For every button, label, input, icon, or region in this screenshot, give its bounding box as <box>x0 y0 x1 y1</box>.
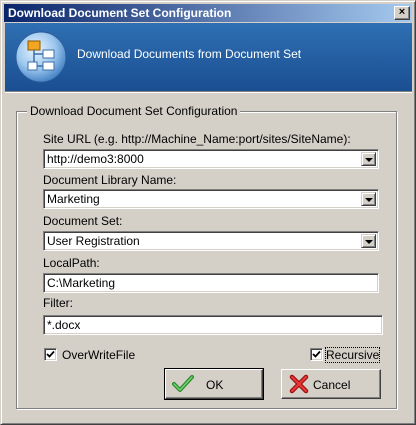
local-path-value: C:\Marketing <box>47 276 116 290</box>
doc-library-value: Marketing <box>47 192 100 206</box>
banner-divider-highlight <box>5 92 412 93</box>
chevron-down-icon <box>365 240 373 244</box>
cancel-button-label: Cancel <box>313 378 351 392</box>
window-title: Download Document Set Configuration <box>8 6 232 20</box>
overwrite-label[interactable]: OverWriteFile <box>62 348 135 362</box>
chevron-down-icon <box>365 158 373 162</box>
checkmark-icon <box>46 350 55 358</box>
filter-input[interactable]: *.docx <box>43 315 383 335</box>
filter-label: Filter: <box>43 296 73 310</box>
doc-set-combobox[interactable]: User Registration <box>43 231 379 251</box>
doc-library-label: Document Library Name: <box>43 173 177 187</box>
dialog-window: Download Document Set Configuration × Do… <box>0 0 416 425</box>
local-path-input[interactable]: C:\Marketing <box>43 273 379 293</box>
site-url-dropdown-button[interactable] <box>361 152 376 166</box>
doc-set-dropdown-button[interactable] <box>361 234 376 248</box>
close-icon: × <box>398 6 406 18</box>
site-url-value: http://demo3:8000 <box>47 152 144 166</box>
chevron-down-icon <box>365 198 373 202</box>
checkmark-icon <box>312 350 321 358</box>
red-x-icon <box>289 374 309 394</box>
recursive-checkbox[interactable] <box>310 348 323 361</box>
cancel-button[interactable]: Cancel <box>281 369 381 399</box>
ok-button-label: OK <box>206 378 224 392</box>
filter-value: *.docx <box>47 318 81 332</box>
header-banner: Download Documents from Document Set <box>5 23 412 91</box>
doc-library-dropdown-button[interactable] <box>361 192 376 206</box>
doc-library-combobox[interactable]: Marketing <box>43 189 379 209</box>
close-button[interactable]: × <box>394 6 410 20</box>
overwrite-checkbox[interactable] <box>44 348 57 361</box>
groupbox-legend: Download Document Set Configuration <box>27 104 241 118</box>
local-path-label: LocalPath: <box>43 256 100 270</box>
checkmark-icon <box>172 375 194 392</box>
doc-set-label: Document Set: <box>43 214 123 228</box>
ok-button[interactable]: OK <box>164 368 264 400</box>
title-bar[interactable]: Download Document Set Configuration × <box>4 4 412 22</box>
sitemap-icon <box>15 31 67 83</box>
recursive-label[interactable]: Recursive <box>324 347 381 363</box>
site-url-label: Site URL (e.g. http://Machine_Name:port/… <box>43 132 351 146</box>
site-url-combobox[interactable]: http://demo3:8000 <box>43 149 379 169</box>
doc-set-value: User Registration <box>47 234 140 248</box>
banner-title: Download Documents from Document Set <box>77 47 302 61</box>
